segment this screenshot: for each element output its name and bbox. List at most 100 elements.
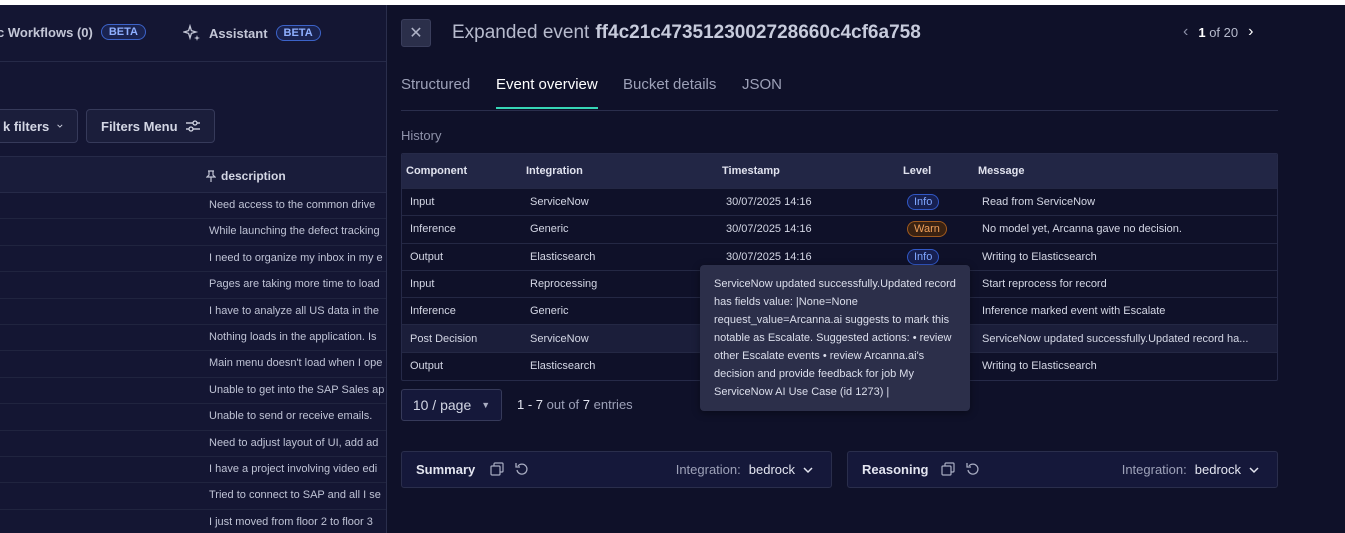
filters-menu-button[interactable]: Filters Menu	[86, 109, 215, 143]
row-component: Output	[410, 250, 444, 263]
description-column-header[interactable]: description	[206, 169, 286, 183]
tab-json[interactable]: JSON	[742, 76, 782, 107]
row-message: Start reprocess for record	[982, 271, 1272, 297]
row-component: Post Decision	[410, 332, 478, 345]
table-row[interactable]: Unable to send or receive emails.	[0, 404, 386, 431]
reasoning-panel[interactable]: Reasoning Integration: bedrock	[847, 451, 1278, 488]
event-id: ff4c21c4735123002728660c4cf6a758	[595, 22, 921, 43]
history-row[interactable]: Inference Generic 30/07/2025 14:16 Warn No m…	[402, 216, 1277, 244]
table-row[interactable]: Nothing loads in the application. Is	[0, 325, 386, 352]
refresh-icon[interactable]	[515, 462, 529, 476]
per-page-select[interactable]: 10 / page ▼	[401, 389, 502, 421]
message-text: No model yet, Arcanna gave no decision.	[982, 223, 1182, 236]
level-badge: Warn	[907, 221, 947, 238]
table-row[interactable]: Pages are taking more time to load	[0, 272, 386, 299]
message-text: ServiceNow updated successfully.Updated …	[982, 332, 1249, 345]
table-row[interactable]: I have to analyze all US data in the	[0, 299, 386, 325]
close-icon: ✕	[409, 25, 423, 42]
row-message: Writing to Elasticsearch	[982, 353, 1272, 380]
chevron-right-icon[interactable]: ›	[1248, 23, 1253, 41]
message-text: Writing to Elasticsearch	[982, 360, 1097, 373]
summary-panel[interactable]: Summary Integration: bedrock	[401, 451, 832, 488]
message-text: Read from ServiceNow	[982, 196, 1096, 209]
chevron-down-icon	[1249, 466, 1259, 473]
table-row[interactable]: I have a project involving video edi	[0, 457, 386, 484]
history-row[interactable]: Input ServiceNow 30/07/2025 14:16 Info Read …	[402, 189, 1277, 217]
message-text: Writing to Elasticsearch	[982, 250, 1097, 263]
header-timestamp: Timestamp	[722, 165, 780, 177]
tab-event-overview[interactable]: Event overview	[496, 76, 598, 109]
reasoning-title: Reasoning	[862, 462, 929, 477]
row-integration: ServiceNow	[530, 332, 589, 345]
table-row[interactable]: I need to organize my inbox in my e	[0, 246, 386, 273]
summary-integration-value: bedrock	[748, 462, 795, 477]
refresh-icon[interactable]	[966, 462, 980, 476]
nav-workflows[interactable]: c Workflows (0) BETA	[0, 24, 146, 40]
drawer-title: Expanded event ff4c21c4735123002728660c4c…	[452, 22, 921, 44]
pager-current: 1	[1198, 24, 1206, 40]
events-table-body: Need access to the common drive While lau…	[0, 193, 386, 533]
nav-assistant-label: Assistant	[209, 25, 268, 41]
table-row[interactable]: I just moved from floor 2 to floor 3	[0, 510, 386, 533]
chevron-left-icon[interactable]: ‹	[1183, 23, 1188, 41]
history-table-header: Component Integration Timestamp Level Me…	[402, 154, 1277, 189]
pin-icon	[206, 170, 216, 182]
per-page-value: 10 / page	[412, 397, 472, 413]
table-row[interactable]: Need to adjust layout of UI, add ad	[0, 431, 386, 457]
nav-workflows-label: c Workflows (0)	[0, 24, 93, 40]
summary-title: Summary	[416, 462, 476, 477]
header-component: Component	[406, 165, 468, 177]
chevron-down-icon	[57, 124, 63, 128]
summary-integration[interactable]: Integration: bedrock	[676, 462, 813, 477]
sliders-icon	[185, 120, 200, 132]
tab-bucket-details[interactable]: Bucket details	[623, 76, 716, 107]
row-integration: Elasticsearch	[530, 250, 596, 263]
entries-out-of: out of	[546, 397, 580, 412]
nav-assistant[interactable]: Assistant BETA	[183, 24, 321, 42]
row-timestamp: 30/07/2025 14:16	[726, 196, 812, 209]
row-message: No model yet, Arcanna gave no decision.	[982, 216, 1272, 242]
copy-icon[interactable]	[490, 462, 504, 476]
table-row[interactable]: Tried to connect to SAP and all I se	[0, 483, 386, 510]
row-integration: Reprocessing	[530, 278, 598, 291]
title-prefix: Expanded event	[452, 22, 590, 43]
tab-structured[interactable]: Structured	[401, 76, 470, 107]
sparkle-icon	[183, 24, 200, 41]
row-message: Read from ServiceNow	[982, 189, 1272, 215]
table-row[interactable]: Need access to the common drive	[0, 193, 386, 220]
row-message: ServiceNow updated successfully.Updated …	[982, 325, 1272, 351]
message-text: Start reprocess for record	[982, 278, 1107, 291]
caret-down-icon: ▼	[481, 400, 491, 410]
row-integration: Generic	[530, 305, 569, 318]
copy-icon[interactable]	[941, 462, 955, 476]
row-integration: ServiceNow	[530, 196, 589, 209]
reasoning-integration[interactable]: Integration: bedrock	[1122, 462, 1259, 477]
row-message: Writing to Elasticsearch	[982, 244, 1272, 270]
message-tooltip: ServiceNow updated successfully.Updated …	[700, 265, 970, 411]
header-message: Message	[978, 165, 1025, 177]
row-component: Output	[410, 360, 444, 373]
entries-range: 1 - 7	[517, 397, 544, 412]
event-pager: ‹ 1 of 20 ›	[1183, 23, 1253, 41]
quick-filters-button[interactable]: k filters	[0, 109, 78, 143]
description-header-label: description	[221, 169, 286, 183]
tab-bar: Structured Event overview Bucket details…	[401, 67, 1278, 111]
row-integration: Generic	[530, 223, 569, 236]
chevron-down-icon	[803, 466, 813, 473]
entries-suffix: entries	[593, 397, 633, 412]
header-integration: Integration	[526, 165, 583, 177]
background-app: c Workflows (0) BETA Assistant BETA k fi…	[0, 5, 386, 533]
row-timestamp: 30/07/2025 14:16	[726, 223, 812, 236]
row-component: Inference	[410, 305, 456, 318]
row-level: Warn	[907, 216, 977, 242]
row-message: Inference marked event with Escalate	[982, 298, 1272, 324]
row-component: Input	[410, 278, 435, 291]
table-row[interactable]: Main menu doesn't load when I ope	[0, 351, 386, 378]
table-row[interactable]: Unable to get into the SAP Sales ap	[0, 378, 386, 405]
row-level: Info	[907, 189, 977, 215]
table-row[interactable]: While launching the defect tracking	[0, 219, 386, 246]
reasoning-integration-label: Integration:	[1121, 462, 1187, 477]
close-button[interactable]: ✕	[401, 19, 431, 47]
reasoning-integration-value: bedrock	[1194, 462, 1241, 477]
top-nav: c Workflows (0) BETA Assistant BETA	[0, 5, 386, 62]
